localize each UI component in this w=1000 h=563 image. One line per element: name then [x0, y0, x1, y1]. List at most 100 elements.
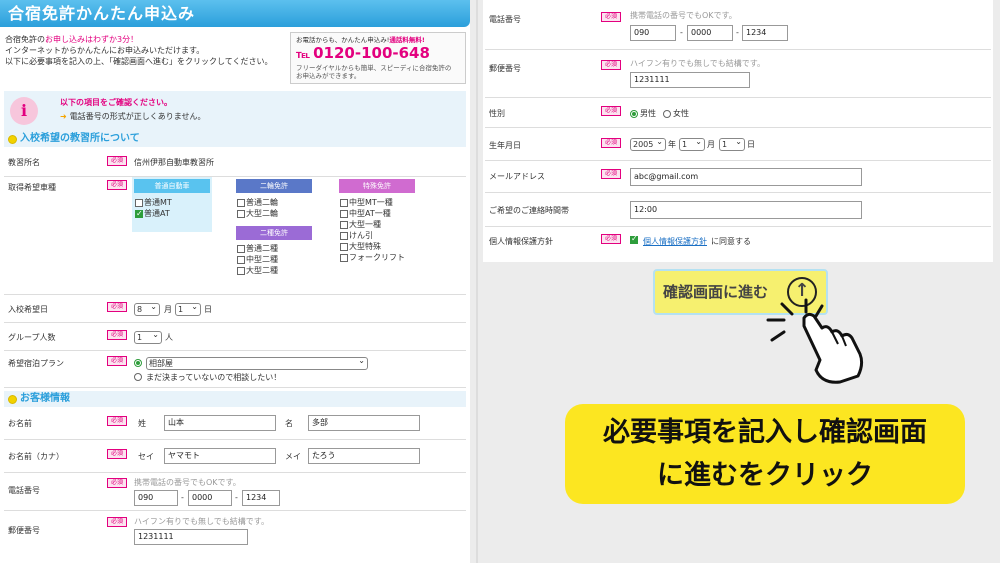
license-type-special: 特殊免許: [339, 179, 415, 193]
required-badge: 必須: [601, 12, 621, 22]
checkbox-class2-large[interactable]: 大型二種: [237, 265, 278, 276]
day-unit: 日: [204, 305, 212, 314]
entry-month-select[interactable]: 8: [134, 301, 160, 316]
birth-year-select[interactable]: 2005: [630, 136, 666, 151]
freedial-icon: ℡: [296, 48, 311, 61]
dash: -: [680, 28, 683, 37]
birth-day-select[interactable]: 1: [719, 136, 745, 151]
checkbox-class2-medium[interactable]: 中型二種: [237, 254, 278, 265]
opt-label: 普通二種: [246, 244, 278, 253]
plan-radio-undecided[interactable]: [134, 373, 142, 381]
privacy-agree-text: に同意する: [711, 237, 751, 246]
checkbox-large1[interactable]: 大型一種: [340, 219, 405, 230]
page-title: 合宿免許かんたん申込み: [0, 0, 470, 27]
contact-input[interactable]: 12:00: [630, 201, 862, 219]
school-value: 信州伊那自動車教習所: [134, 158, 214, 167]
opt-label: 普通二輪: [246, 198, 278, 207]
entry-day-select[interactable]: 1: [175, 301, 201, 316]
opt-label: 中型AT一種: [349, 209, 391, 218]
plan-radio-selected[interactable]: [134, 359, 142, 367]
birth-month-select[interactable]: 1: [679, 136, 705, 151]
checkbox-at[interactable]: 普通AT: [135, 208, 172, 219]
checkbox-forklift[interactable]: フォークリフト: [340, 252, 405, 263]
phone-number: 0120-100-648: [313, 44, 430, 62]
plan-label: 希望宿泊プラン: [8, 359, 64, 368]
required-badge: 必須: [107, 517, 127, 527]
row-zip: 郵便番号 必須 ハイフン有りでも無しでも結構です。 1231111: [485, 50, 991, 98]
checkbox-medium-mt[interactable]: 中型MT一種: [340, 197, 405, 208]
section-school: 入校希望の教習所について: [4, 131, 466, 147]
row-group: グループ人数 必須 1 人: [4, 323, 466, 351]
email-input[interactable]: abc@gmail.com: [630, 168, 862, 186]
month-unit: 月: [707, 140, 715, 149]
privacy-policy-link[interactable]: 個人情報保護方針: [643, 236, 707, 247]
intro: 合宿免許のお申し込みはわずか3分！ インターネットからかんたんにお申込みいただけ…: [0, 27, 470, 85]
phone-free-text: 通話料無料!: [389, 36, 425, 44]
gender-male-radio[interactable]: 男性: [630, 108, 656, 119]
row-tel: 電話番号 必須 携帯電話の番号でもOKです。 090 - 0000 - 1234: [4, 473, 466, 511]
instruction-callout: 必要事項を記入し確認画面 に進むをクリック: [565, 404, 965, 504]
phone-top-text: お電話からも、かんたん申込み!: [296, 36, 390, 44]
group-select[interactable]: 1: [134, 329, 162, 344]
phone-box: お電話からも、かんたん申込み!通話料無料! ℡ 0120-100-648 フリーダ…: [290, 32, 466, 84]
section-customer-title: お客様情報: [20, 393, 70, 404]
gender-female-radio[interactable]: 女性: [663, 108, 689, 119]
required-badge: 必須: [107, 330, 127, 340]
checkbox-bike-large[interactable]: 大型二輪: [237, 208, 278, 219]
row-plan: 希望宿泊プラン 必須 相部屋 まだ決まっていないので相談したい！: [4, 351, 466, 388]
row-tel: 電話番号 必須 携帯電話の番号でもOKです。 090 - 0000 - 1234: [485, 0, 991, 50]
required-badge: 必須: [107, 302, 127, 312]
zip-input[interactable]: 1231111: [630, 72, 750, 88]
error-notice: i 以下の項目をご確認ください。 ➜ 電話番号の形式が正しくありません。: [4, 91, 466, 131]
required-badge: 必須: [107, 156, 127, 166]
plan-undecided-label: まだ決まっていないので相談したい！: [146, 373, 282, 382]
opt-label: 中型二種: [246, 255, 278, 264]
tel1-input[interactable]: 090: [134, 490, 178, 506]
day-unit: 日: [747, 140, 755, 149]
kana-sei-input[interactable]: ヤマモト: [164, 448, 276, 464]
notice-message: 電話番号の形式が正しくありません。: [69, 112, 206, 121]
privacy-checkbox[interactable]: [630, 234, 638, 244]
group-unit: 人: [165, 333, 173, 342]
tel3-input[interactable]: 1234: [242, 490, 280, 506]
tel-label: 電話番号: [489, 15, 521, 24]
checkbox-large-special[interactable]: 大型特殊: [340, 241, 405, 252]
name-sei-input[interactable]: 山本: [164, 415, 276, 431]
male-label: 男性: [640, 109, 656, 118]
sei-label: 姓: [138, 419, 146, 428]
checkbox-mt[interactable]: 普通MT: [135, 197, 172, 208]
bullet-icon: [8, 394, 17, 404]
contact-label: ご希望のご連絡時間帯: [489, 206, 569, 215]
tel2-input[interactable]: 0000: [188, 490, 232, 506]
name-mei-input[interactable]: 多部: [308, 415, 420, 431]
phone-note2: お申込みができます。: [296, 72, 361, 80]
opt-label: 中型MT一種: [349, 198, 393, 207]
kana-mei-input[interactable]: たろう: [308, 448, 420, 464]
tel3-input[interactable]: 1234: [742, 25, 788, 41]
required-badge: 必須: [107, 449, 127, 459]
plan-select[interactable]: 相部屋: [146, 355, 368, 370]
tel2-input[interactable]: 0000: [687, 25, 733, 41]
opt-label: 大型二種: [246, 266, 278, 275]
checkbox-medium-at[interactable]: 中型AT一種: [340, 208, 405, 219]
intro-line1-prefix: 合宿免許の: [5, 35, 45, 44]
tel1-input[interactable]: 090: [630, 25, 676, 41]
checkbox-bike-normal[interactable]: 普通二輪: [237, 197, 278, 208]
tel-hint: 携帯電話の番号でもOKです。: [134, 478, 241, 487]
license-type-bike: 二輪免許: [236, 179, 312, 193]
kana-mei-label: メイ: [285, 452, 301, 461]
zip-input[interactable]: 1231111: [134, 529, 248, 545]
gender-label: 性別: [489, 109, 505, 118]
license-label: 取得希望車種: [8, 183, 56, 192]
panel-divider: [476, 0, 478, 563]
callout-line1: 必要事項を記入し確認画面: [603, 417, 927, 448]
tel-label: 電話番号: [8, 486, 40, 495]
confirm-button-label: 確認画面に進む: [663, 283, 769, 301]
kana-label: お名前（カナ）: [8, 452, 64, 461]
checkbox-class2-normal[interactable]: 普通二種: [237, 243, 278, 254]
phone-note1: フリーダイヤルからも簡単、スピーディに合宿免許の: [296, 64, 452, 72]
required-badge: 必須: [601, 106, 621, 116]
birth-label: 生年月日: [489, 141, 521, 150]
left-form-panel: 合宿免許かんたん申込み 合宿免許のお申し込みはわずか3分！ インターネットからか…: [0, 0, 470, 563]
checkbox-towing[interactable]: けん引: [340, 230, 405, 241]
